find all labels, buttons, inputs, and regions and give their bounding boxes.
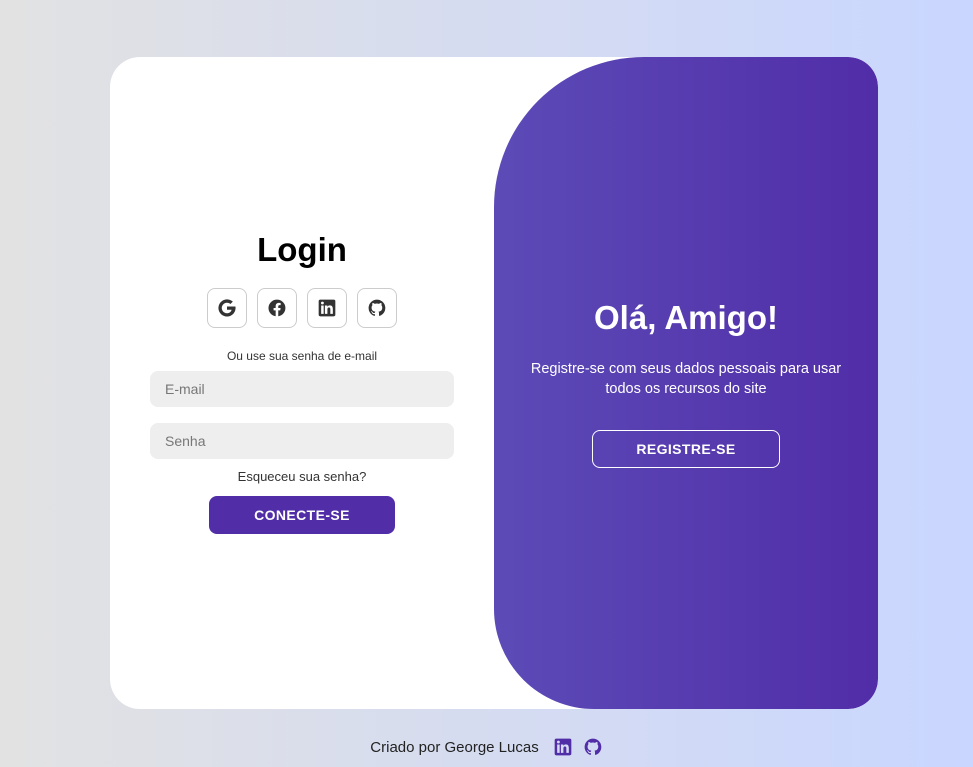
google-login-button[interactable] [207, 288, 247, 328]
facebook-login-button[interactable] [257, 288, 297, 328]
auth-card: Login Ou use sua senha de e-mail Esquece… [110, 57, 878, 709]
social-login-row [207, 288, 397, 328]
footer-linkedin-link[interactable] [553, 737, 573, 757]
github-icon [584, 738, 602, 755]
google-icon [218, 299, 236, 317]
github-icon [368, 299, 386, 316]
footer: Criado por George Lucas [0, 736, 973, 758]
linkedin-icon [554, 738, 572, 756]
facebook-icon [268, 299, 286, 317]
forgot-password-link[interactable]: Esqueceu sua senha? [238, 469, 367, 485]
linkedin-icon [318, 299, 336, 317]
login-panel: Login Ou use sua senha de e-mail Esquece… [110, 57, 494, 709]
welcome-text: Registre-se com seus dados pessoais para… [530, 361, 842, 397]
register-button[interactable]: REGISTRE-SE [592, 430, 780, 468]
login-title: Login [257, 231, 347, 268]
footer-github-link[interactable] [583, 737, 603, 757]
welcome-title: Olá, Amigo! [594, 299, 778, 336]
linkedin-login-button[interactable] [307, 288, 347, 328]
email-field[interactable] [150, 371, 454, 407]
github-login-button[interactable] [357, 288, 397, 328]
password-field[interactable] [150, 423, 454, 459]
login-button[interactable]: CONECTE-SE [209, 496, 395, 534]
welcome-panel: Olá, Amigo! Registre-se com seus dados p… [494, 57, 878, 709]
alt-login-text: Ou use sua senha de e-mail [226, 349, 378, 363]
footer-credit: Criado por George Lucas [370, 738, 539, 756]
